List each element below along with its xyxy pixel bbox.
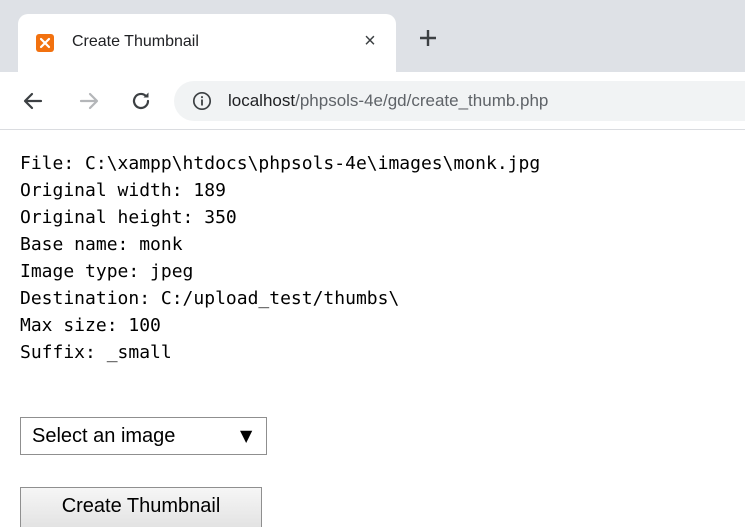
close-icon[interactable]: × — [358, 29, 382, 53]
image-select-value: Select an image — [32, 425, 176, 447]
url-path: /phpsols-4e/gd/create_thumb.php — [295, 91, 549, 110]
url-host: localhost — [228, 91, 296, 110]
original-width-line: Original width: 189 — [20, 180, 226, 201]
image-type-line: Image type: jpeg — [20, 261, 194, 282]
suffix-line: Suffix: _small — [20, 342, 172, 363]
page-content: File: C:\xampp\htdocs\phpsols-4e\images\… — [20, 150, 740, 366]
tab-title: Create Thumbnail — [72, 33, 199, 50]
destination-line: Destination: C:/upload_test/thumbs\ — [20, 288, 400, 309]
url-text: localhost/phpsols-4e/gd/create_thumb.php — [228, 91, 548, 111]
chevron-down-icon: ▼ — [240, 426, 253, 445]
image-select[interactable]: Select an image ▼ — [20, 417, 267, 455]
reload-icon[interactable] — [126, 86, 156, 116]
arrow-right-icon[interactable] — [74, 86, 104, 116]
xampp-icon — [36, 34, 54, 52]
tab-create-thumbnail[interactable]: Create Thumbnail × — [18, 14, 396, 72]
plus-icon[interactable] — [414, 24, 442, 52]
file-info-line: File: C:\xampp\htdocs\phpsols-4e\images\… — [20, 153, 541, 174]
arrow-left-icon[interactable] — [18, 86, 48, 116]
max-size-line: Max size: 100 — [20, 315, 161, 336]
browser-toolbar: localhost/phpsols-4e/gd/create_thumb.php — [0, 72, 745, 130]
base-name-line: Base name: monk — [20, 234, 183, 255]
tab-strip: Create Thumbnail × — [0, 0, 745, 72]
original-height-line: Original height: 350 — [20, 207, 237, 228]
address-bar[interactable]: localhost/phpsols-4e/gd/create_thumb.php — [174, 81, 745, 121]
info-icon[interactable] — [192, 91, 212, 111]
create-thumbnail-button[interactable]: Create Thumbnail — [20, 487, 262, 527]
